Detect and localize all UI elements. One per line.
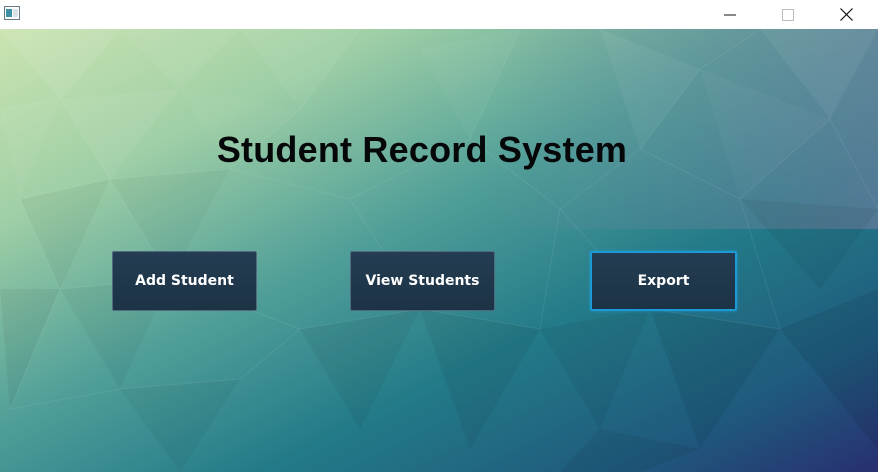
- maximize-icon: [782, 8, 794, 21]
- app-window: Student Record System Add Student View S…: [0, 0, 878, 472]
- minimize-icon: [724, 14, 736, 15]
- maximize-button[interactable]: [759, 0, 817, 29]
- app-icon: [4, 6, 20, 20]
- view-students-button[interactable]: View Students: [350, 251, 495, 311]
- add-student-button[interactable]: Add Student: [112, 251, 257, 311]
- minimize-button[interactable]: [701, 0, 759, 29]
- page-title: Student Record System: [216, 129, 628, 170]
- close-button[interactable]: [817, 0, 875, 29]
- title-bar[interactable]: [0, 0, 878, 29]
- close-icon: [839, 8, 853, 21]
- main-panel: Student Record System Add Student View S…: [0, 29, 878, 472]
- export-button[interactable]: Export: [590, 251, 737, 311]
